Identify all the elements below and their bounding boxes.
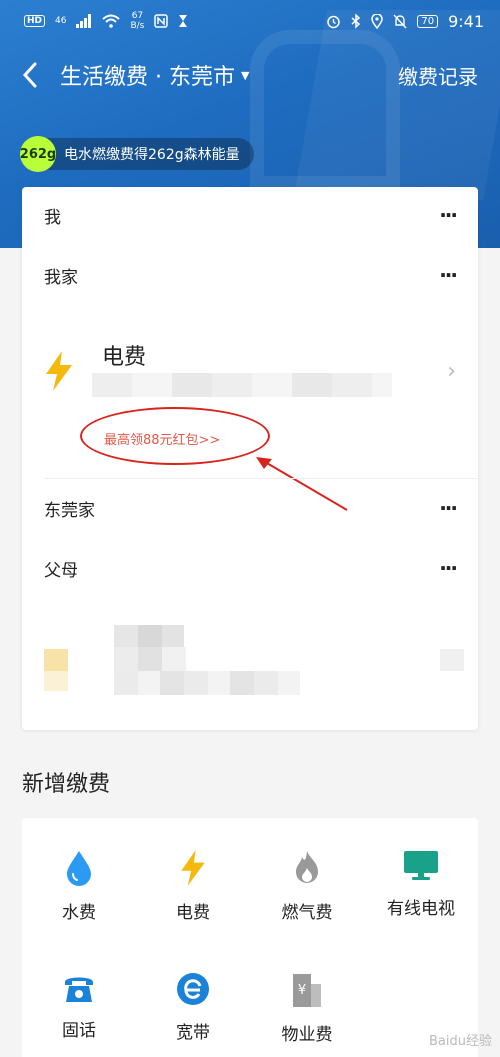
lightning-icon (181, 850, 205, 886)
more-icon[interactable]: ··· (439, 265, 458, 285)
wifi-icon (102, 14, 121, 28)
nfc-icon (154, 14, 169, 28)
grid-label: 宽带 (176, 1023, 210, 1043)
new-payment-water[interactable]: 水费 (22, 818, 136, 923)
building-icon: ¥ (293, 974, 321, 1007)
grid-label: 电费 (176, 903, 210, 923)
electricity-account-item[interactable]: 电费 › 最高领88元红包>> (22, 327, 478, 511)
blurred-account-item[interactable] (44, 625, 464, 697)
new-payment-property[interactable]: ¥ 物业费 (250, 940, 364, 1045)
back-button[interactable] (0, 52, 60, 98)
grid-label: 燃气费 (281, 903, 333, 923)
new-payment-electricity[interactable]: 电费 (136, 818, 250, 923)
energy-badge: 262g (20, 136, 56, 172)
grid-label: 水费 (62, 903, 96, 923)
navigation-bar: 生活缴费 · 东莞市 ▼ 缴费记录 (0, 52, 500, 98)
grid-label: 有线电视 (387, 899, 455, 919)
city-selector[interactable]: 生活缴费 · 东莞市 ▼ (60, 59, 249, 91)
more-icon[interactable]: ··· (439, 205, 458, 225)
water-drop-icon (67, 851, 91, 886)
bluetooth-icon (351, 13, 361, 29)
forest-energy-banner[interactable]: 262g 电水燃缴费得262g森林能量 (20, 136, 254, 172)
group-name: 我家 (44, 267, 78, 288)
chevron-right-icon: › (447, 359, 456, 384)
lightning-icon (46, 351, 72, 391)
account-groups-card: 我 ··· 我家 ··· 电费 › 最高领88元红包>> 东莞家 ··· 父母 … (22, 187, 478, 730)
new-payment-landline[interactable]: 固话 (22, 940, 136, 1041)
page-title: 生活缴费 · 东莞市 (60, 65, 235, 90)
group-name: 父母 (44, 560, 78, 581)
new-payment-broadband[interactable]: 宽带 (136, 940, 250, 1043)
network-speed: 67 B/s (130, 11, 144, 31)
group-name: 东莞家 (44, 500, 95, 521)
red-packet-promo[interactable]: 最高领88元红包>> (104, 429, 220, 448)
mute-bell-icon (393, 14, 407, 28)
speed-unit: B/s (130, 21, 145, 31)
more-icon[interactable]: ··· (439, 498, 458, 518)
group-row-parents[interactable]: 父母 ··· (22, 543, 478, 593)
watermark: Baidu经验 (429, 1034, 492, 1049)
grid-label: 固话 (62, 1021, 96, 1041)
clock-time: 9:41 (448, 11, 484, 31)
speed-value: 67 (131, 11, 144, 21)
network-label: 46 (55, 16, 67, 26)
status-bar: HD 46 67 B/s 70 9:41 (0, 0, 500, 42)
new-payment-cable-tv[interactable]: 有线电视 (364, 818, 478, 919)
divider (44, 478, 478, 479)
account-number-blurred (92, 373, 392, 397)
location-icon (371, 13, 384, 29)
hd-indicator: HD (24, 15, 46, 27)
group-name: 我 (44, 207, 61, 228)
payment-record-link[interactable]: 缴费记录 (398, 61, 478, 90)
more-icon[interactable]: ··· (439, 558, 458, 578)
electricity-title: 电费 (102, 345, 147, 370)
broadband-icon (177, 973, 209, 1005)
group-row-dongguan-home[interactable]: 东莞家 ··· (22, 483, 478, 533)
new-payment-gas[interactable]: 燃气费 (250, 818, 364, 923)
section-title-new-payment: 新增缴费 (22, 772, 111, 797)
signal-icon (76, 14, 92, 28)
new-payment-grid: 水费 电费 燃气费 有线电视 固话 宽带 ¥ 物业费 (22, 818, 478, 1057)
grid-label: 物业费 (281, 1025, 333, 1045)
battery-icon: 70 (417, 14, 439, 28)
tv-icon (404, 851, 438, 880)
caret-down-icon: ▼ (240, 68, 250, 82)
svg-text:¥: ¥ (298, 983, 306, 998)
group-row-home[interactable]: 我家 ··· (22, 250, 478, 300)
chevron-left-icon (22, 62, 37, 88)
flame-icon (296, 851, 318, 883)
energy-text: 电水燃缴费得262g森林能量 (64, 147, 240, 163)
hourglass-icon (179, 15, 188, 27)
group-row-me[interactable]: 我 ··· (22, 190, 478, 240)
telephone-icon (65, 977, 93, 1002)
alarm-icon (327, 15, 341, 28)
